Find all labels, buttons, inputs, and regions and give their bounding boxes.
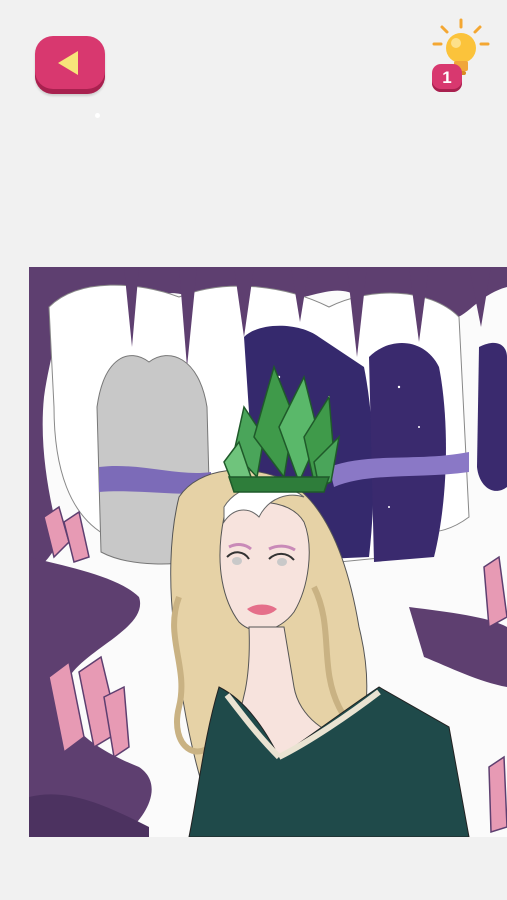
- back-button[interactable]: [35, 36, 105, 94]
- coloring-canvas[interactable]: [29, 267, 507, 837]
- hint-button[interactable]: 1: [428, 18, 494, 98]
- coloring-artwork[interactable]: [29, 267, 507, 837]
- hint-count-badge: 1: [432, 64, 462, 92]
- back-arrow-icon: [58, 51, 78, 75]
- page-indicator-dot: [95, 113, 100, 118]
